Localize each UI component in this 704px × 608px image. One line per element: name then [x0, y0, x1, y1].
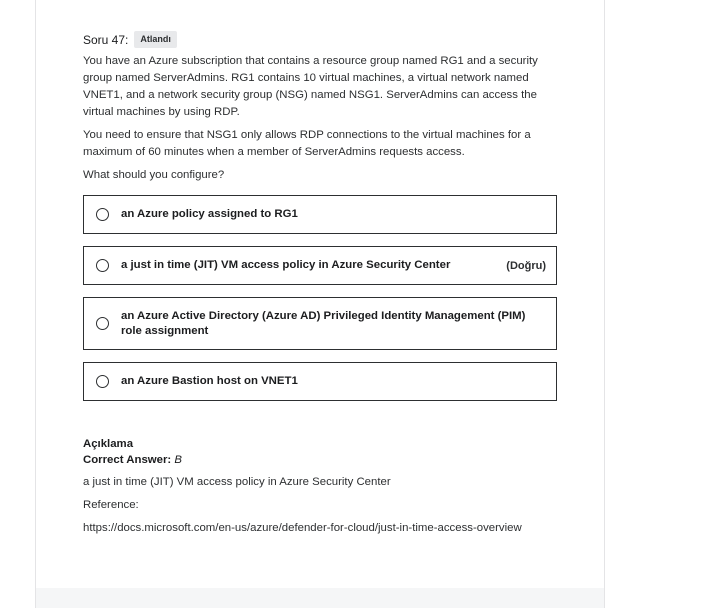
reference-label: Reference:: [83, 499, 139, 511]
question-header: Soru 47: Atlandı: [83, 31, 177, 48]
question-card: Soru 47: Atlandı You have an Azure subsc…: [35, 0, 605, 608]
explanation-title: Açıklama: [83, 438, 134, 450]
answer-option-a[interactable]: an Azure policy assigned to RG1: [83, 195, 557, 234]
question-number: Soru 47:: [83, 32, 129, 47]
option-label: an Azure policy assigned to RG1: [121, 208, 298, 220]
answer-option-c[interactable]: an Azure Active Directory (Azure AD) Pri…: [83, 297, 557, 350]
reference-link[interactable]: https://docs.microsoft.com/en-us/azure/d…: [83, 520, 533, 537]
correct-answer-label: Correct Answer:: [83, 454, 172, 466]
correct-answer-tag: (Doğru): [506, 259, 546, 272]
prompt-paragraph-1: You have an Azure subscription that cont…: [83, 55, 538, 118]
correct-answer-value: B: [174, 454, 182, 466]
prompt-paragraph-2: You need to ensure that NSG1 only allows…: [83, 129, 531, 158]
explanation-section: Açıklama Correct Answer: B a just in tim…: [83, 436, 553, 537]
question-prompt: You have an Azure subscription that cont…: [83, 53, 563, 190]
option-label: an Azure Bastion host on VNET1: [121, 375, 298, 387]
status-badge: Atlandı: [134, 31, 177, 48]
correct-answer-line: Correct Answer: B: [83, 452, 553, 468]
answer-option-d[interactable]: an Azure Bastion host on VNET1: [83, 362, 557, 401]
prompt-question: What should you configure?: [83, 169, 225, 181]
radio-button-icon[interactable]: [96, 208, 109, 221]
radio-button-icon[interactable]: [96, 317, 109, 330]
answer-option-b[interactable]: a just in time (JIT) VM access policy in…: [83, 246, 557, 285]
radio-button-icon[interactable]: [96, 259, 109, 272]
radio-button-icon[interactable]: [96, 375, 109, 388]
option-label: a just in time (JIT) VM access policy in…: [121, 259, 451, 271]
option-label: an Azure Active Directory (Azure AD) Pri…: [121, 309, 526, 337]
card-footer: [36, 588, 604, 608]
answer-text: a just in time (JIT) VM access policy in…: [83, 476, 391, 488]
